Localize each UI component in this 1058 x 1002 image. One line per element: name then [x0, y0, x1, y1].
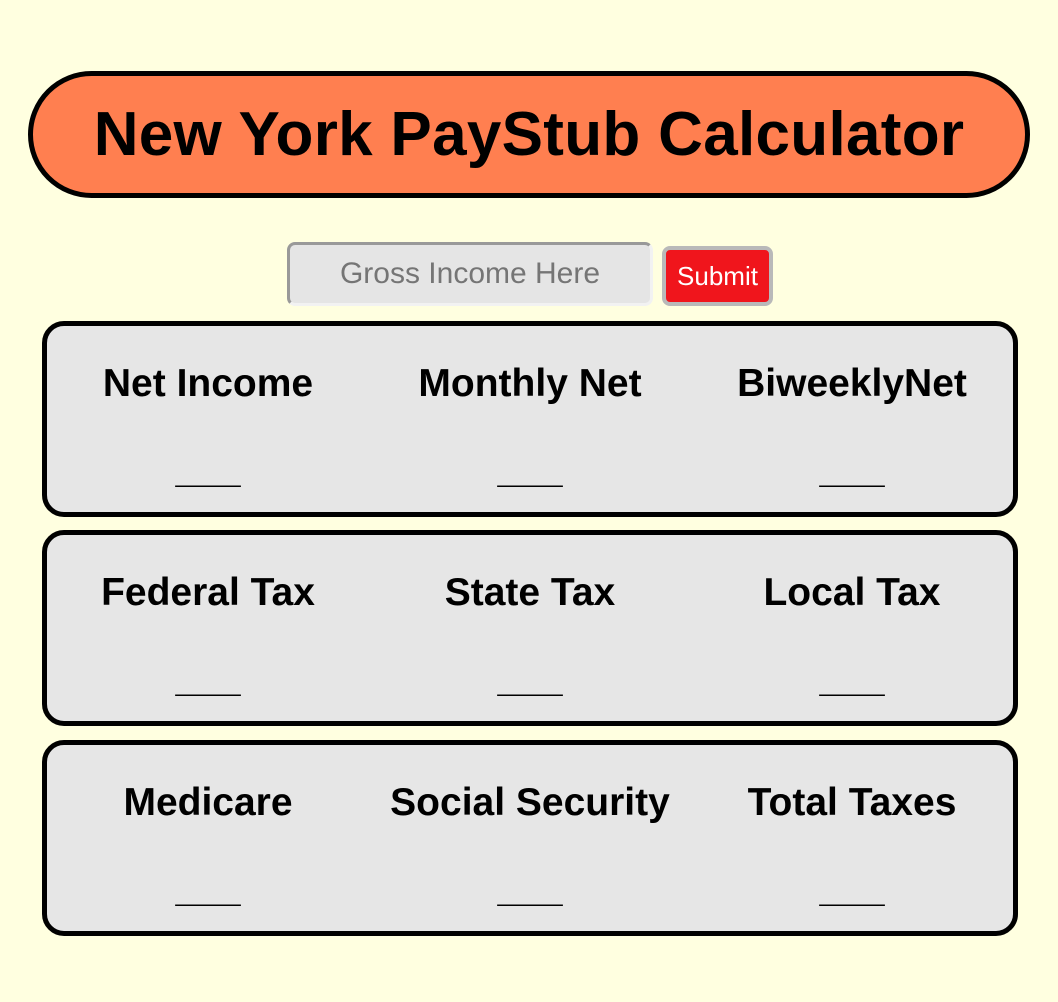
total-taxes-label: Total Taxes	[747, 781, 957, 824]
title-banner: New York PayStub Calculator	[28, 71, 1030, 198]
state-tax-cell: State Tax ___	[369, 535, 691, 721]
biweekly-net-value: ___	[819, 448, 885, 491]
net-income-label: Net Income	[102, 362, 314, 405]
medicare-cell: Medicare ___	[47, 745, 369, 931]
local-tax-label: Local Tax	[763, 571, 941, 614]
local-tax-cell: Local Tax ___	[691, 535, 1013, 721]
federal-tax-cell: Federal Tax ___	[47, 535, 369, 721]
payroll-tax-panel: Medicare ___ Social Security ___ Total T…	[42, 740, 1018, 936]
page-title: New York PayStub Calculator	[93, 100, 965, 169]
medicare-label: Medicare	[123, 781, 293, 824]
state-tax-label: State Tax	[444, 571, 616, 614]
federal-tax-value: ___	[175, 657, 241, 700]
social-security-value: ___	[497, 867, 563, 910]
total-taxes-cell: Total Taxes ___	[691, 745, 1013, 931]
biweekly-net-label: BiweeklyNet	[737, 362, 967, 405]
net-income-panel: Net Income ___ Monthly Net ___ BiweeklyN…	[42, 321, 1018, 517]
monthly-net-label: Monthly Net	[418, 362, 642, 405]
local-tax-value: ___	[819, 657, 885, 700]
state-tax-value: ___	[497, 657, 563, 700]
medicare-value: ___	[175, 867, 241, 910]
net-income-value: ___	[175, 448, 241, 491]
social-security-cell: Social Security ___	[369, 745, 691, 931]
social-security-label: Social Security	[390, 781, 670, 824]
monthly-net-value: ___	[497, 448, 563, 491]
submit-button[interactable]: Submit	[662, 246, 773, 306]
gross-income-input[interactable]	[287, 242, 653, 306]
biweekly-net-cell: BiweeklyNet ___	[691, 326, 1013, 512]
tax-panel: Federal Tax ___ State Tax ___ Local Tax …	[42, 530, 1018, 726]
federal-tax-label: Federal Tax	[101, 571, 315, 614]
net-income-cell: Net Income ___	[47, 326, 369, 512]
total-taxes-value: ___	[819, 867, 885, 910]
monthly-net-cell: Monthly Net ___	[369, 326, 691, 512]
